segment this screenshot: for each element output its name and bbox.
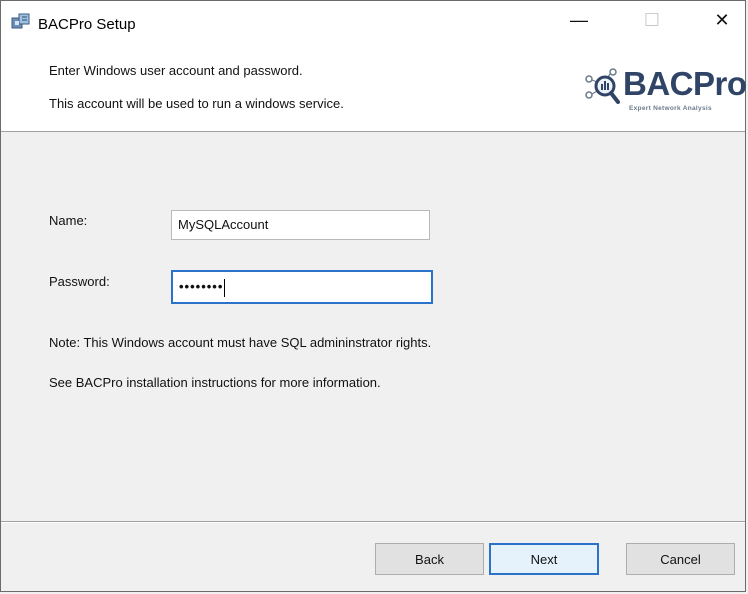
password-mask: •••••••• [179, 279, 224, 294]
back-button-label: Back [415, 551, 444, 567]
instructions-note: See BACPro installation instructions for… [49, 375, 381, 390]
magnifier-network-icon [583, 67, 625, 107]
installer-package-icon [11, 12, 31, 30]
cancel-button[interactable]: Cancel [626, 543, 735, 575]
name-label: Name: [49, 213, 88, 228]
bacpro-logo: BACPro Expert Network Analysis [583, 59, 748, 119]
logo-wordmark: BACPro [623, 65, 747, 102]
password-label: Password: [49, 274, 110, 289]
maximize-button[interactable]: ☐ [629, 1, 675, 39]
setup-window: BACPro Setup — ☐ ✕ Enter Windows user ac… [0, 0, 748, 592]
title-bar[interactable]: BACPro Setup — ☐ ✕ [1, 1, 745, 39]
back-button[interactable]: Back [375, 543, 484, 575]
minimize-button[interactable]: — [556, 1, 602, 39]
header-instruction: Enter Windows user account and password. [49, 63, 303, 78]
sql-rights-note: Note: This Windows account must have SQL… [49, 335, 432, 350]
header-description: This account will be used to run a windo… [49, 96, 344, 111]
footer-divider [1, 521, 745, 523]
password-input[interactable]: •••••••• [171, 270, 433, 304]
close-button[interactable]: ✕ [699, 1, 745, 39]
header-banner: Enter Windows user account and password.… [1, 39, 748, 132]
window-title: BACPro Setup [38, 16, 136, 33]
next-button[interactable]: Next [489, 543, 599, 575]
name-input[interactable]: MySQLAccount [171, 210, 430, 240]
logo-tagline: Expert Network Analysis [629, 105, 712, 112]
cancel-button-label: Cancel [660, 551, 701, 567]
next-button-label: Next [530, 551, 558, 567]
text-caret [224, 278, 226, 297]
